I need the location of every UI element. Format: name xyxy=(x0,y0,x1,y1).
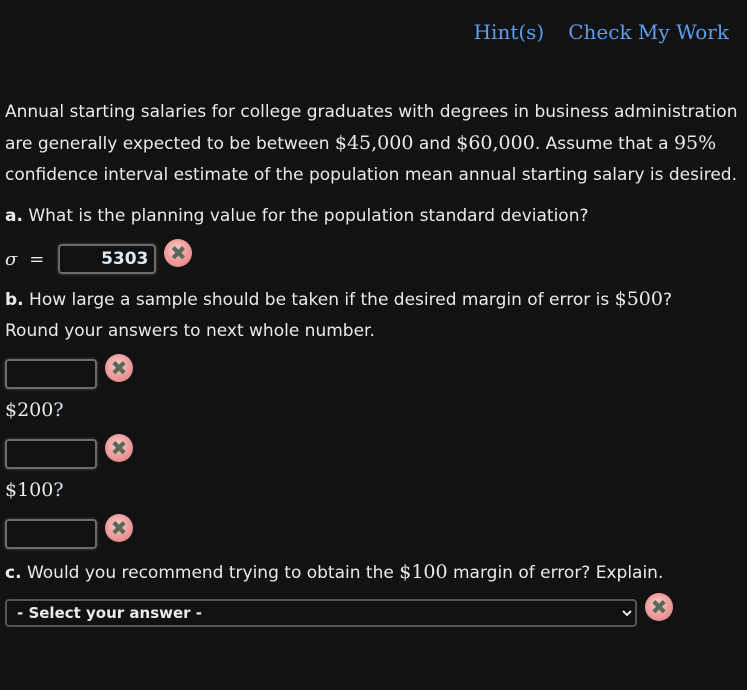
margin-200: $200 xyxy=(5,399,54,421)
top-links: Hint(s) Check My Work xyxy=(474,20,729,44)
sample-size-100-row: ✖ xyxy=(5,514,740,549)
part-b-text: How large a sample should be taken if th… xyxy=(23,290,615,310)
incorrect-x-icon: ✖ xyxy=(105,514,133,542)
sigma-input[interactable] xyxy=(58,244,157,274)
margin-200-label: $200? xyxy=(5,395,740,425)
qmark: ? xyxy=(53,479,64,501)
sample-size-500-input[interactable] xyxy=(5,359,97,389)
question-content: Annual starting salaries for college gra… xyxy=(5,97,740,627)
problem-statement: Annual starting salaries for college gra… xyxy=(5,97,740,191)
hints-link[interactable]: Hint(s) xyxy=(474,20,545,44)
sample-size-500-row: ✖ xyxy=(5,354,740,389)
margin-100: $100 xyxy=(5,479,54,501)
part-c-label: c. xyxy=(5,563,22,583)
part-c-answer-row: - Select your answer - ✖ xyxy=(5,593,740,627)
incorrect-x-icon: ✖ xyxy=(105,354,133,382)
incorrect-x-icon: ✖ xyxy=(645,593,673,621)
margin-100-c: $100 xyxy=(399,561,448,583)
sigma-symbol: σ xyxy=(5,248,18,270)
salary-high: $60,000 xyxy=(456,132,535,154)
qmark: ? xyxy=(53,399,64,421)
part-b-question: b. How large a sample should be taken if… xyxy=(5,284,740,316)
intro-text-2: . Assume that a xyxy=(534,134,674,154)
sample-size-200-row: ✖ xyxy=(5,434,740,469)
sample-size-200-input[interactable] xyxy=(5,439,97,469)
intro-and: and xyxy=(413,134,457,154)
check-my-work-link[interactable]: Check My Work xyxy=(568,20,729,44)
part-b-label: b. xyxy=(5,290,24,310)
part-b-qmark: ? xyxy=(662,290,672,310)
margin-500: $500 xyxy=(614,288,663,310)
part-c-text-1: Would you recommend trying to obtain the xyxy=(21,563,400,583)
incorrect-x-icon: ✖ xyxy=(164,239,193,267)
part-a-question: a. What is the planning value for the po… xyxy=(5,201,740,232)
sample-size-100-input[interactable] xyxy=(5,519,97,549)
part-a-label: a. xyxy=(5,206,23,226)
margin-100-label: $100? xyxy=(5,475,740,505)
part-a-answer-row: σ = ✖ xyxy=(5,239,740,274)
incorrect-x-icon: ✖ xyxy=(105,434,133,462)
part-a-text: What is the planning value for the popul… xyxy=(22,206,589,226)
equals-sign: = xyxy=(29,248,45,270)
part-c-text-2: margin of error? Explain. xyxy=(447,563,664,583)
part-b-instruction: Round your answers to next whole number. xyxy=(5,321,375,341)
intro-text-3: confidence interval estimate of the popu… xyxy=(5,165,737,185)
confidence-level: 95% xyxy=(673,132,717,154)
salary-low: $45,000 xyxy=(334,132,414,154)
part-c-question: c. Would you recommend trying to obtain … xyxy=(5,557,740,589)
recommendation-select[interactable]: - Select your answer - xyxy=(5,599,637,627)
